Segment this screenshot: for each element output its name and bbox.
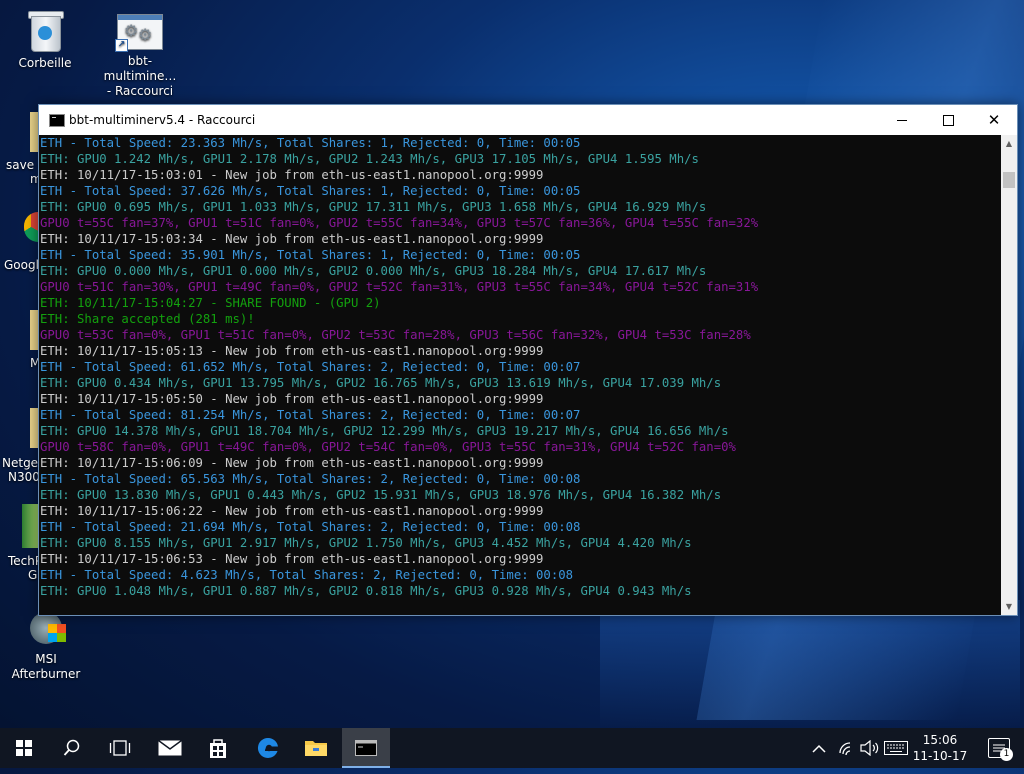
store-button[interactable] bbox=[194, 728, 242, 768]
desktop-icon-msi-afterburner[interactable]: MSI Afterburner bbox=[0, 610, 92, 682]
action-center-button[interactable]: 1 bbox=[988, 738, 1013, 761]
console-line: ETH: 10/11/17-15:06:09 - New job from et… bbox=[40, 456, 544, 470]
recycle-bin-icon bbox=[27, 10, 64, 52]
console-app-icon bbox=[49, 114, 65, 127]
console-line: ETH - Total Speed: 81.254 Mh/s, Total Sh… bbox=[40, 408, 581, 422]
file-explorer-icon bbox=[305, 741, 327, 756]
desktop-icon-label: N300 bbox=[8, 470, 40, 484]
notification-count-badge: 1 bbox=[1000, 748, 1013, 761]
console-line: ETH - Total Speed: 21.694 Mh/s, Total Sh… bbox=[40, 520, 581, 534]
console-icon bbox=[355, 740, 377, 756]
window-titlebar[interactable]: bbt-multiminerv5.4 - Raccourci ✕ bbox=[39, 105, 1017, 135]
minimize-icon bbox=[897, 120, 907, 121]
console-line: ETH: 10/11/17-15:04:27 - SHARE FOUND - (… bbox=[40, 296, 381, 310]
task-view-button[interactable] bbox=[96, 728, 144, 768]
minimize-button[interactable] bbox=[879, 105, 925, 135]
mail-button[interactable] bbox=[146, 728, 194, 768]
vertical-scrollbar[interactable]: ▲ ▼ bbox=[1001, 135, 1017, 615]
speaker-icon bbox=[860, 739, 879, 757]
desktop-icon-label: G bbox=[28, 568, 38, 582]
console-line: ETH - Total Speed: 65.563 Mh/s, Total Sh… bbox=[40, 472, 581, 486]
chrome-icon[interactable] bbox=[24, 212, 38, 242]
console-line: ETH: GPU0 14.378 Mh/s, GPU1 18.704 Mh/s,… bbox=[40, 424, 729, 438]
console-output[interactable]: ETH - Total Speed: 23.363 Mh/s, Total Sh… bbox=[39, 135, 1001, 615]
clock-date: 11-10-17 bbox=[912, 749, 968, 763]
console-line: GPU0 t=51C fan=30%, GPU1 t=49C fan=0%, G… bbox=[40, 280, 759, 294]
console-line: ETH: GPU0 1.048 Mh/s, GPU1 0.887 Mh/s, G… bbox=[40, 584, 692, 598]
console-line: ETH - Total Speed: 37.626 Mh/s, Total Sh… bbox=[40, 184, 581, 198]
search-icon bbox=[63, 739, 80, 756]
desktop-icon-bbt-multiminer-shortcut[interactable]: ⚙ ⚙ ↗ bbt-multimine… - Raccourci bbox=[95, 14, 185, 99]
console-line: ETH: 10/11/17-15:05:13 - New job from et… bbox=[40, 344, 544, 358]
console-line: ETH - Total Speed: 4.623 Mh/s, Total Sha… bbox=[40, 568, 574, 582]
store-icon bbox=[210, 739, 226, 758]
console-line: ETH - Total Speed: 35.901 Mh/s, Total Sh… bbox=[40, 248, 581, 262]
edge-button[interactable] bbox=[244, 728, 292, 768]
console-line: ETH: GPU0 0.000 Mh/s, GPU1 0.000 Mh/s, G… bbox=[40, 264, 707, 278]
close-icon: ✕ bbox=[987, 111, 1001, 129]
window-title: bbt-multiminerv5.4 - Raccourci bbox=[69, 113, 256, 127]
scroll-up-arrow-icon[interactable]: ▲ bbox=[1001, 135, 1017, 152]
taskbar: 15:06 11-10-17 1 bbox=[0, 728, 1024, 768]
maximize-icon bbox=[943, 115, 954, 126]
scroll-down-arrow-icon[interactable]: ▼ bbox=[1001, 598, 1017, 615]
console-line: ETH: GPU0 1.242 Mh/s, GPU1 2.178 Mh/s, G… bbox=[40, 152, 699, 166]
task-view-icon bbox=[109, 740, 131, 756]
edge-icon bbox=[257, 737, 278, 758]
desktop-icon-label: Corbeille bbox=[18, 56, 72, 70]
console-taskbar-button[interactable] bbox=[342, 728, 390, 768]
console-line: ETH: 10/11/17-15:06:22 - New job from et… bbox=[40, 504, 544, 518]
desktop-icon-label: MSI Afterburner bbox=[11, 652, 81, 681]
wallpaper-light-glow bbox=[600, 600, 1020, 730]
application-gear-icon: ⚙ ⚙ ↗ bbox=[115, 14, 163, 52]
clock-time: 15:06 bbox=[922, 733, 958, 747]
console-line: ETH - Total Speed: 23.363 Mh/s, Total Sh… bbox=[40, 136, 581, 150]
start-button[interactable] bbox=[0, 728, 48, 768]
console-line: ETH: GPU0 0.695 Mh/s, GPU1 1.033 Mh/s, G… bbox=[40, 200, 707, 214]
console-line: ETH - Total Speed: 61.652 Mh/s, Total Sh… bbox=[40, 360, 581, 374]
keyboard-button[interactable] bbox=[884, 728, 910, 768]
chevron-up-icon bbox=[812, 744, 826, 753]
console-line: ETH: Share accepted (281 ms)! bbox=[40, 312, 255, 326]
console-line: ETH: 10/11/17-15:03:01 - New job from et… bbox=[40, 168, 544, 182]
scrollbar-thumb[interactable] bbox=[1003, 172, 1015, 188]
desktop-icon-label: TechP bbox=[8, 554, 43, 568]
search-button[interactable] bbox=[48, 728, 96, 768]
console-line: GPU0 t=58C fan=0%, GPU1 t=49C fan=0%, GP… bbox=[40, 440, 736, 454]
shortcut-arrow-icon: ↗ bbox=[115, 39, 128, 52]
techpowerup-icon[interactable] bbox=[22, 504, 38, 548]
volume-button[interactable] bbox=[860, 728, 880, 768]
windows-logo-icon bbox=[16, 740, 32, 756]
console-line: ETH: 10/11/17-15:05:50 - New job from et… bbox=[40, 392, 544, 406]
console-line: ETH: 10/11/17-15:06:53 - New job from et… bbox=[40, 552, 544, 566]
folder-icon[interactable] bbox=[30, 408, 38, 448]
maximize-button[interactable] bbox=[925, 105, 971, 135]
desktop-icon-label: bbt-multimine… - Raccourci bbox=[103, 54, 177, 98]
console-line: GPU0 t=55C fan=37%, GPU1 t=51C fan=0%, G… bbox=[40, 216, 759, 230]
console-line: ETH: GPU0 0.434 Mh/s, GPU1 13.795 Mh/s, … bbox=[40, 376, 722, 390]
wifi-icon bbox=[839, 742, 851, 756]
mail-icon bbox=[158, 739, 182, 756]
keyboard-icon bbox=[884, 741, 908, 755]
file-explorer-button[interactable] bbox=[292, 728, 340, 768]
folder-icon[interactable] bbox=[30, 112, 38, 152]
console-line: ETH: 10/11/17-15:03:34 - New job from et… bbox=[40, 232, 544, 246]
network-button[interactable] bbox=[838, 728, 856, 768]
desktop-icon-recycle-bin[interactable]: Corbeille bbox=[0, 10, 90, 71]
close-button[interactable]: ✕ bbox=[971, 105, 1017, 135]
console-line: GPU0 t=53C fan=0%, GPU1 t=51C fan=0%, GP… bbox=[40, 328, 751, 342]
show-hidden-icons-button[interactable] bbox=[812, 728, 830, 768]
console-window[interactable]: bbt-multiminerv5.4 - Raccourci ✕ ETH - T… bbox=[38, 104, 1018, 616]
console-line: ETH: GPU0 8.155 Mh/s, GPU1 2.917 Mh/s, G… bbox=[40, 536, 692, 550]
taskbar-clock[interactable]: 15:06 11-10-17 bbox=[910, 732, 970, 764]
console-line: ETH: GPU0 13.830 Mh/s, GPU1 0.443 Mh/s, … bbox=[40, 488, 722, 502]
folder-icon[interactable] bbox=[30, 310, 38, 350]
